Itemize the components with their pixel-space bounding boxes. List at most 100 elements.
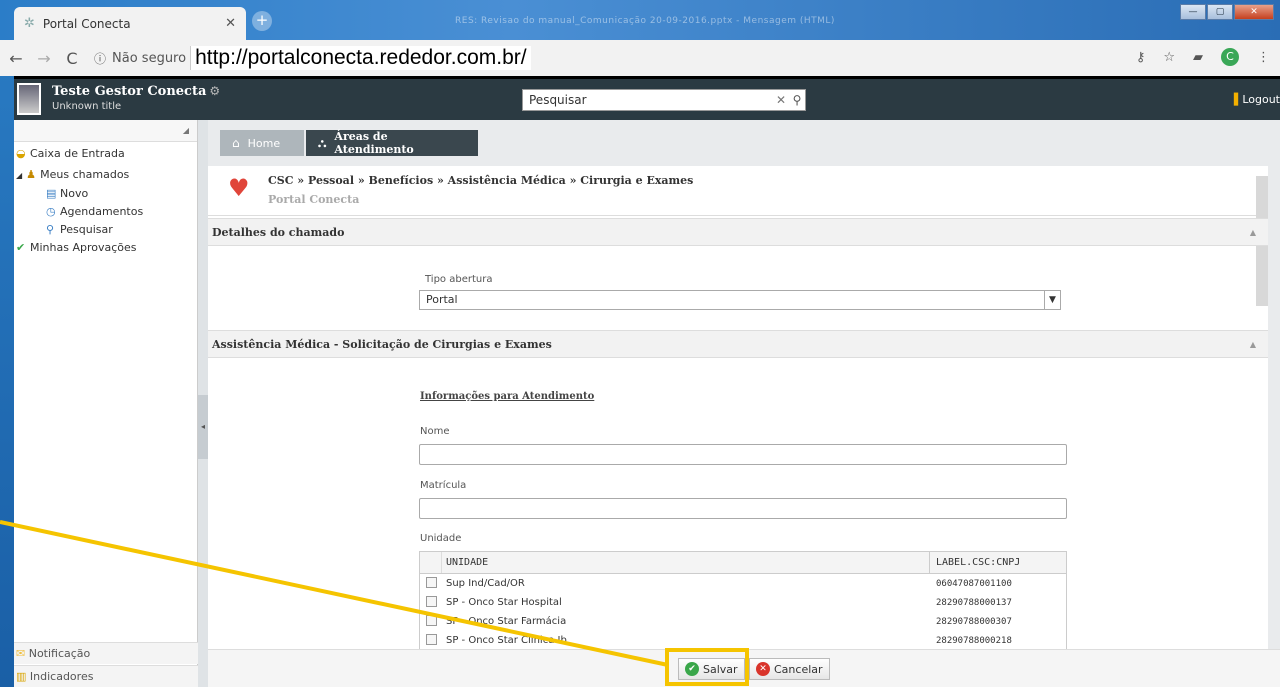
extension-icon[interactable]: ▰	[1193, 50, 1203, 65]
inbox-icon: ◒	[16, 147, 26, 160]
user-title: Unknown title	[52, 101, 122, 112]
grid-header-cnpj[interactable]: LABEL.CSC:CNPJ	[930, 552, 1066, 573]
search-box: ✕ ⚲	[522, 89, 806, 111]
row-checkbox[interactable]	[420, 633, 442, 648]
tab-areas[interactable]: ⛬ Áreas de Atendimento	[306, 130, 478, 156]
sidebar-notifications[interactable]: ✉ Notificação	[14, 642, 198, 664]
expand-icon[interactable]: ◢	[16, 171, 22, 180]
sidebar-splitter[interactable]: ◂	[198, 120, 208, 687]
heart-pulse-icon: ♥	[228, 174, 250, 202]
url-text[interactable]: http://portalconecta.rededor.com.br/	[190, 46, 531, 70]
section-title: Assistência Médica - Solicitação de Ciru…	[212, 338, 552, 351]
logout-label: Logout	[1242, 93, 1280, 106]
collapse-caret-icon[interactable]: ▲	[1250, 219, 1256, 246]
security-label: Não seguro	[112, 50, 187, 66]
maximize-button[interactable]: ▢	[1207, 4, 1233, 20]
magnifier-icon: ⚲	[46, 223, 55, 236]
info-title: Informações para Atendimento	[420, 391, 595, 402]
row-checkbox[interactable]	[420, 576, 442, 591]
user-avatar	[17, 83, 41, 115]
tab-home[interactable]: ⌂ Home	[220, 130, 304, 156]
logout-link[interactable]: ▌Logout	[1234, 93, 1280, 106]
sidebar-item-approvals[interactable]: ✔ Minhas Aprovações	[16, 241, 137, 254]
sidebar-indicators[interactable]: ▥ Indicadores	[14, 665, 198, 687]
forward-arrow-icon[interactable]: →	[32, 49, 56, 68]
envelope-icon: ✉	[16, 647, 26, 660]
sidebar: ◢ ◒ Caixa de Entrada ◢ ♟ Meus chamados ▤ Nov…	[14, 120, 198, 687]
table-row[interactable]: Sup Ind/Cad/OR 06047087001100	[420, 574, 1066, 593]
row-checkbox[interactable]	[420, 595, 442, 610]
bar-chart-icon: ▥	[16, 670, 27, 683]
star-icon[interactable]: ☆	[1163, 50, 1175, 65]
sidebar-item-my-calls[interactable]: ◢ ♟ Meus chamados	[16, 168, 129, 181]
browser-tab[interactable]: ✲ Portal Conecta ✕	[14, 7, 246, 40]
sidebar-item-label: Indicadores	[29, 670, 94, 683]
area-tabs: ⌂ Home ⛬ Áreas de Atendimento	[220, 130, 478, 156]
table-row[interactable]: SP - Onco Star Hospital 28290788000137	[420, 593, 1066, 612]
close-window-button[interactable]: ✕	[1234, 4, 1274, 20]
section-details[interactable]: Detalhes do chamado ▲	[208, 218, 1268, 246]
row-unidade: SP - Onco Star Hospital	[446, 597, 562, 608]
sidebar-item-label: Caixa de Entrada	[30, 147, 125, 160]
org-chart-icon: ⛬	[318, 135, 327, 150]
breadcrumb-subtitle: Portal Conecta	[268, 193, 360, 206]
table-row[interactable]: SP - Onco Star Clínica Ib 28290788000218	[420, 631, 1066, 649]
user-icon: ♟	[26, 168, 37, 181]
search-icon[interactable]: ⚲	[789, 93, 805, 107]
sidebar-item-search[interactable]: ⚲ Pesquisar	[46, 223, 113, 236]
grid-header-unidade[interactable]: UNIDADE	[442, 552, 930, 573]
sidebar-item-schedules[interactable]: ◷ Agendamentos	[46, 205, 143, 218]
matricula-field[interactable]	[419, 498, 1067, 519]
row-cnpj: 06047087001100	[936, 578, 1012, 589]
row-unidade: Sup Ind/Cad/OR	[446, 578, 525, 589]
row-cnpj: 28290788000137	[936, 597, 1012, 608]
address-bar: ← → C ⓘ Não seguro http://portalconecta.…	[0, 40, 1280, 76]
sidebar-item-inbox[interactable]: ◒ Caixa de Entrada	[16, 147, 125, 160]
nome-field[interactable]	[419, 444, 1067, 465]
browser-tab-bar: ✲ Portal Conecta ✕ + RES: Revisao do man…	[0, 0, 1280, 40]
info-icon[interactable]: ⓘ	[94, 50, 106, 67]
row-cnpj: 28290788000218	[936, 635, 1012, 646]
grid-header: UNIDADE LABEL.CSC:CNPJ	[420, 552, 1066, 574]
collapse-icon[interactable]: ◢	[183, 126, 189, 135]
minimize-button[interactable]: —	[1180, 4, 1206, 20]
section-request[interactable]: Assistência Médica - Solicitação de Ciru…	[208, 330, 1268, 358]
chevron-down-icon[interactable]: ▼	[1044, 291, 1060, 309]
sidebar-item-label: Notificação	[28, 647, 91, 660]
cancel-label: Cancelar	[774, 662, 823, 676]
back-arrow-icon[interactable]: ←	[4, 49, 28, 68]
menu-icon[interactable]: ⋮	[1257, 50, 1270, 65]
clear-search-icon[interactable]: ✕	[773, 93, 789, 107]
tipo-select[interactable]: Portal ▼	[419, 290, 1061, 310]
row-checkbox[interactable]	[420, 614, 442, 629]
unidade-grid: UNIDADE LABEL.CSC:CNPJ Sup Ind/Cad/OR 06…	[419, 551, 1067, 649]
portal-favicon-icon: ✲	[24, 16, 35, 31]
tab-close-icon[interactable]: ✕	[225, 16, 236, 31]
grid-header-check	[420, 552, 442, 573]
cancel-button[interactable]: ✕ Cancelar	[749, 658, 830, 680]
table-row[interactable]: SP - Onco Star Farmácia 28290788000307	[420, 612, 1066, 631]
row-unidade: SP - Onco Star Clínica Ib	[446, 635, 567, 646]
new-tab-button[interactable]: +	[252, 11, 272, 31]
omnibox[interactable]: ⓘ Não seguro http://portalconecta.rededo…	[94, 44, 531, 72]
window-title: RES: Revisao do manual_Comunicação 20-09…	[455, 16, 835, 26]
unidade-label: Unidade	[420, 533, 462, 544]
window-controls: — ▢ ✕	[1179, 4, 1274, 20]
gear-icon[interactable]: ⚙	[209, 84, 220, 98]
sidebar-item-label: Minhas Aprovações	[30, 241, 137, 254]
collapse-caret-icon[interactable]: ▲	[1250, 331, 1256, 358]
user-name-row: Teste Gestor Conecta ⚙	[52, 84, 220, 99]
sidebar-item-label: Meus chamados	[40, 168, 130, 181]
key-icon[interactable]: ⚷	[1136, 50, 1146, 65]
splitter-grip[interactable]: ◂	[198, 395, 208, 459]
sidebar-item-new[interactable]: ▤ Novo	[46, 187, 88, 200]
profile-avatar[interactable]: C	[1221, 48, 1239, 66]
tab-label: Home	[247, 136, 281, 150]
check-icon: ✔	[16, 241, 26, 254]
sidebar-item-label: Novo	[60, 187, 89, 200]
cancel-circle-icon: ✕	[756, 662, 770, 676]
search-input[interactable]	[523, 90, 773, 110]
new-doc-icon: ▤	[46, 187, 57, 200]
tab-title: Portal Conecta	[42, 16, 131, 31]
reload-icon[interactable]: C	[60, 49, 84, 68]
